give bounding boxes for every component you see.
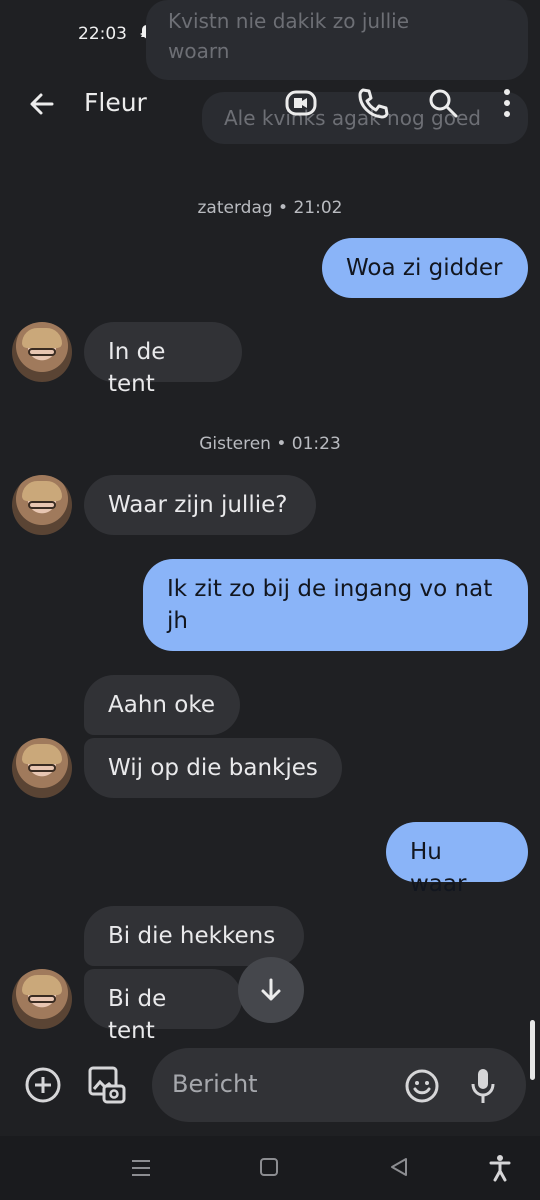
scroll-down-button[interactable]: [238, 957, 304, 1023]
home-icon[interactable]: [259, 1157, 279, 1177]
emoji-icon[interactable]: [404, 1068, 440, 1104]
timestamp: zaterdag • 21:02: [197, 198, 343, 218]
message-incoming[interactable]: In de tent: [84, 322, 242, 397]
contact-avatar[interactable]: [12, 322, 72, 382]
add-icon[interactable]: [24, 1066, 62, 1104]
message-outgoing[interactable]: Woa zi gidder: [322, 238, 528, 298]
more-vert-icon[interactable]: [490, 86, 524, 120]
back-arrow-icon[interactable]: [26, 88, 58, 120]
accessibility-icon[interactable]: [488, 1154, 512, 1182]
message-incoming[interactable]: Bi de tent: [84, 969, 242, 1044]
contact-name[interactable]: Fleur: [84, 88, 147, 117]
back-icon[interactable]: [388, 1157, 410, 1177]
phone-icon[interactable]: [356, 86, 390, 120]
message-placeholder[interactable]: Bericht: [172, 1070, 258, 1098]
message-line: jh: [167, 608, 188, 634]
notification-ghost: Kvistn nie dakik zo jullie woarn: [146, 0, 528, 80]
message-incoming[interactable]: Aahn oke: [84, 675, 240, 735]
arrow-down-icon: [261, 978, 281, 1001]
recents-icon[interactable]: [130, 1158, 152, 1178]
status-time: 22:03: [78, 24, 127, 44]
message-outgoing[interactable]: Ik zit zo bij de ingang vo nat jh: [143, 559, 528, 651]
scrollbar[interactable]: [530, 1020, 535, 1080]
search-icon[interactable]: [426, 86, 460, 120]
contact-avatar[interactable]: [12, 475, 72, 535]
notification-line-2: woarn: [168, 39, 230, 63]
contact-avatar[interactable]: [12, 969, 72, 1029]
timestamp: Gisteren • 01:23: [199, 434, 341, 454]
microphone-icon[interactable]: [468, 1066, 498, 1106]
message-line: Ik zit zo bij de ingang vo nat: [167, 576, 493, 602]
contact-avatar[interactable]: [12, 738, 72, 798]
video-call-icon[interactable]: [284, 86, 318, 120]
message-incoming[interactable]: Waar zijn jullie?: [84, 475, 316, 535]
gallery-icon[interactable]: [86, 1064, 128, 1106]
notification-line-1: Kvistn nie dakik zo jullie: [168, 9, 410, 33]
message-outgoing[interactable]: Hu waar: [386, 822, 528, 897]
navigation-bar: [0, 1136, 540, 1200]
message-incoming[interactable]: Wij op die bankjes: [84, 738, 342, 798]
